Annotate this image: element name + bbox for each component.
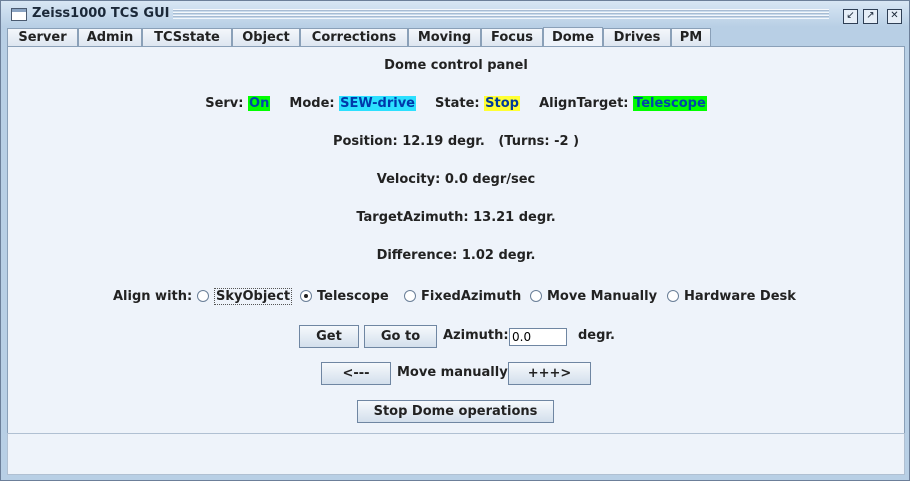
move-manually-label: Move manually <box>397 365 508 380</box>
goto-button[interactable]: Go to <box>364 325 437 348</box>
status-line: Serv: On Mode: SEW-drive State: Stop Ali… <box>8 96 904 111</box>
title-bar[interactable]: Zeiss1000 TCS GUI ↙ ↗ ✕ <box>1 1 909 27</box>
tab-dome[interactable]: Dome <box>543 27 603 46</box>
radio-fixedazimuth[interactable]: FixedAzimuth <box>404 288 521 306</box>
minimize-icon[interactable]: ↙ <box>843 9 858 24</box>
align-target-label: AlignTarget: <box>539 96 629 111</box>
radio-circle[interactable] <box>530 289 542 302</box>
position-readout: Position: 12.19 degr. (Turns: -2 ) <box>332 134 580 149</box>
stop-dome-button[interactable]: Stop Dome operations <box>357 400 554 423</box>
tab-drives[interactable]: Drives <box>603 28 671 46</box>
mode-label: Mode: <box>289 96 335 111</box>
azimuth-label: Azimuth: <box>443 328 509 343</box>
align-target-badge: Telescope <box>633 96 707 111</box>
app-window: Zeiss1000 TCS GUI ↙ ↗ ✕ Server Admin TCS… <box>0 0 910 481</box>
tab-tcsstate[interactable]: TCSstate <box>142 28 232 46</box>
velocity-readout: Velocity: 0.0 degr/sec <box>376 172 536 187</box>
window-icon <box>11 8 27 21</box>
target-azimuth-readout: TargetAzimuth: 13.21 degr. <box>356 210 556 225</box>
azimuth-input[interactable] <box>509 328 567 346</box>
panel-heading: Dome control panel <box>384 58 528 73</box>
tab-server[interactable]: Server <box>7 28 78 46</box>
difference-readout: Difference: 1.02 degr. <box>376 248 536 263</box>
get-button[interactable]: Get <box>299 325 359 348</box>
radio-circle[interactable] <box>404 289 416 302</box>
dome-panel: Dome control panel Serv: On Mode: SEW-dr… <box>7 46 905 435</box>
tab-object[interactable]: Object <box>232 28 300 46</box>
align-with-label: Align with: <box>113 289 193 304</box>
maximize-icon[interactable]: ↗ <box>863 9 878 24</box>
state-badge: Stop <box>484 96 520 111</box>
tab-moving[interactable]: Moving <box>408 28 481 46</box>
state-label: State: <box>435 96 480 111</box>
serv-badge: On <box>248 96 271 111</box>
mode-badge: SEW-drive <box>339 96 416 111</box>
window-title: Zeiss1000 TCS GUI <box>32 6 170 21</box>
align-with-group: Align with: SkyObject Telescope FixedAzi… <box>8 288 904 308</box>
title-stripes <box>173 9 829 19</box>
tab-bar: Server Admin TCSstate Object Corrections… <box>7 27 907 46</box>
radio-circle[interactable] <box>667 289 679 302</box>
tab-admin[interactable]: Admin <box>78 28 142 46</box>
tab-pm[interactable]: PM <box>671 28 711 46</box>
radio-skyobject[interactable]: SkyObject <box>197 288 293 306</box>
move-right-button[interactable]: +++> <box>508 362 591 385</box>
close-icon[interactable]: ✕ <box>887 9 902 24</box>
radio-hardware-desk[interactable]: Hardware Desk <box>667 288 796 306</box>
status-area <box>7 433 905 475</box>
move-left-button[interactable]: <--- <box>321 362 391 385</box>
tab-corrections[interactable]: Corrections <box>300 28 408 46</box>
serv-label: Serv: <box>205 96 244 111</box>
radio-move-manually[interactable]: Move Manually <box>530 288 657 306</box>
tab-focus[interactable]: Focus <box>481 28 543 46</box>
radio-telescope[interactable]: Telescope <box>300 288 389 306</box>
degr-label: degr. <box>578 328 615 343</box>
radio-circle[interactable] <box>197 289 209 302</box>
radio-circle-selected[interactable] <box>300 289 312 302</box>
